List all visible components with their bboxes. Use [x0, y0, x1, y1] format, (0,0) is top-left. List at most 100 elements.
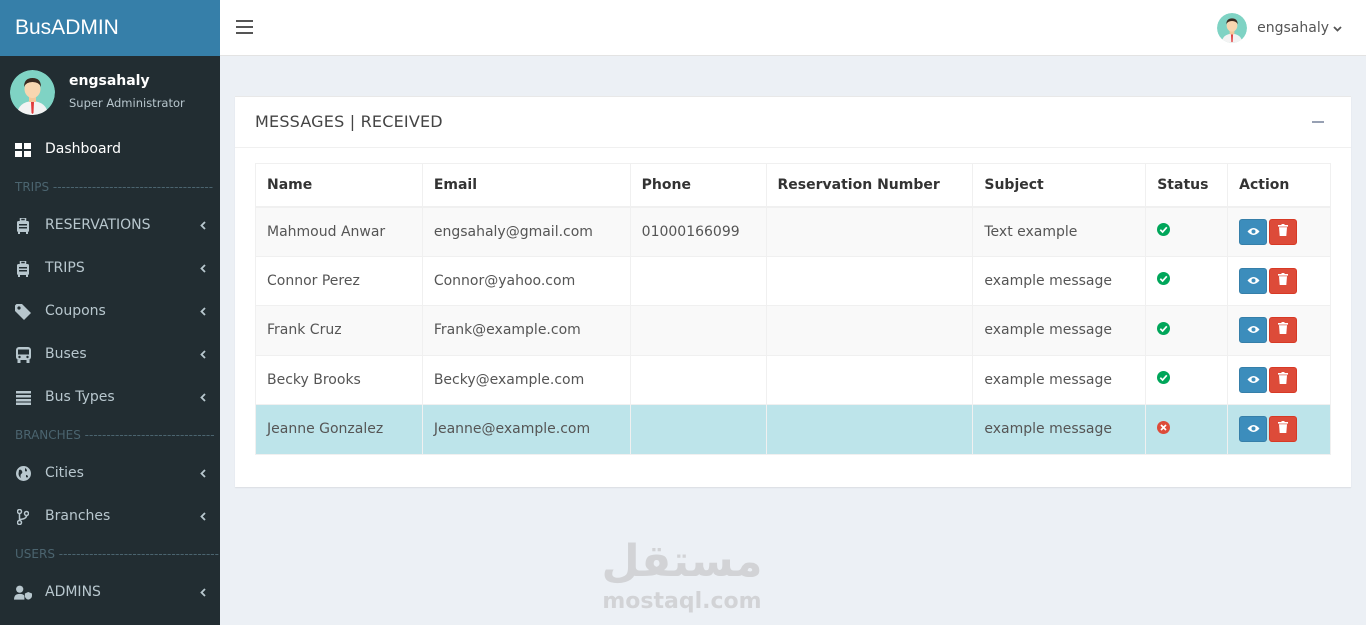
cell-reservation [765, 305, 974, 356]
delete-button[interactable] [1269, 366, 1298, 393]
menu-header-users: USERS ----------------------------------… [15, 547, 219, 561]
chevron-left-icon [200, 290, 206, 333]
chevron-left-icon [200, 376, 206, 419]
cell-subject: example message [972, 404, 1147, 455]
table-row[interactable]: Jeanne Gonzalez Jeanne@example.com examp… [255, 404, 1331, 455]
eye-icon [1247, 224, 1260, 240]
table-row[interactable]: Becky Brooks Becky@example.com example m… [255, 354, 1331, 405]
delete-button[interactable] [1269, 267, 1298, 294]
user-menu-name: engsahaly [1257, 20, 1329, 36]
user-menu[interactable]: engsahaly [1217, 13, 1342, 43]
chevron-left-icon [200, 247, 206, 290]
view-button[interactable] [1239, 267, 1268, 294]
column-header-email[interactable]: Email [421, 163, 631, 208]
chevron-left-icon [200, 333, 206, 376]
cell-email: engsahaly@gmail.com [421, 206, 631, 257]
eye-icon [1247, 273, 1260, 289]
app-logo[interactable]: BusADMIN [0, 0, 220, 56]
user-panel: engsahaly Super Administrator [0, 56, 220, 128]
sidebar: BusADMIN engsahaly Super Administrator D… [0, 0, 220, 625]
sidebar-item-label: RESERVATIONS [45, 217, 151, 233]
list-icon [14, 376, 32, 419]
messages-box: MESSAGES | RECEIVED Name Email Phone Res… [235, 96, 1351, 487]
column-header-name[interactable]: Name [255, 163, 423, 208]
sidebar-item-label: Bus Types [45, 389, 115, 405]
sidebar-item-cities[interactable]: Cities [0, 452, 220, 495]
user-role: Super Administrator [69, 96, 185, 110]
column-header-status[interactable]: Status [1145, 163, 1229, 208]
cell-email: Jeanne@example.com [421, 404, 631, 455]
check-circle-icon [1157, 321, 1171, 339]
page-title: MESSAGES | RECEIVED [255, 112, 443, 131]
cell-action [1227, 354, 1331, 405]
check-circle-icon [1157, 223, 1171, 240]
chevron-left-icon [200, 495, 206, 538]
sidebar-item-coupons[interactable]: Coupons [0, 290, 220, 333]
user-shield-icon [14, 571, 32, 614]
cell-subject: Text example [972, 206, 1147, 257]
user-avatar [10, 70, 55, 115]
user-name: engsahaly [69, 73, 150, 89]
cell-action [1227, 305, 1331, 356]
chevron-down-icon [1333, 20, 1342, 36]
chevron-left-icon [200, 571, 206, 614]
suitcase-icon [14, 204, 32, 247]
trash-icon [1278, 322, 1289, 338]
view-button[interactable] [1239, 317, 1268, 344]
sidebar-item-reservations[interactable]: RESERVATIONS [0, 204, 220, 247]
cell-status [1145, 354, 1229, 405]
sidebar-item-buses[interactable]: Buses [0, 333, 220, 376]
column-header-subject[interactable]: Subject [972, 163, 1147, 208]
sidebar-item-label: ADMINS [45, 584, 101, 600]
cell-action [1227, 206, 1331, 257]
sidebar-item-label: Coupons [45, 303, 106, 319]
code-branch-icon [14, 495, 32, 538]
cell-reservation [765, 206, 974, 257]
column-header-phone[interactable]: Phone [629, 163, 767, 208]
sidebar-item-dashboard[interactable]: Dashboard [0, 128, 220, 171]
sidebar-item-bus-types[interactable]: Bus Types [0, 376, 220, 419]
trash-icon [1278, 223, 1289, 240]
collapse-icon[interactable] [1312, 121, 1324, 123]
cell-status [1145, 206, 1229, 257]
cell-action [1227, 404, 1331, 455]
sidebar-item-label: Dashboard [45, 141, 121, 157]
sidebar-item-branches[interactable]: Branches [0, 495, 220, 538]
times-circle-icon [1157, 420, 1171, 438]
cell-reservation [765, 404, 974, 455]
menu-header-branches: BRANCHES ------------------------------ [15, 428, 215, 442]
cell-status [1145, 404, 1229, 455]
cell-reservation [765, 255, 974, 306]
column-header-reservation[interactable]: Reservation Number [765, 163, 974, 208]
sidebar-toggle-icon[interactable] [236, 20, 253, 35]
view-button[interactable] [1239, 416, 1268, 443]
cell-reservation [765, 354, 974, 405]
cell-phone [629, 305, 767, 356]
delete-button[interactable] [1269, 317, 1298, 344]
chevron-left-icon [200, 204, 206, 247]
cell-email: Becky@example.com [421, 354, 631, 405]
cell-status [1145, 255, 1229, 306]
table-row[interactable]: Frank Cruz Frank@example.com example mes… [255, 305, 1331, 356]
table-row[interactable]: Mahmoud Anwar engsahaly@gmail.com 010001… [255, 206, 1331, 257]
table-row[interactable]: Connor Perez Connor@yahoo.com example me… [255, 255, 1331, 306]
view-button[interactable] [1239, 366, 1268, 393]
sidebar-item-label: Branches [45, 508, 111, 524]
column-header-action[interactable]: Action [1227, 163, 1331, 208]
watermark-latin: mostaql.com [602, 589, 761, 614]
cell-name: Becky Brooks [255, 354, 423, 405]
suitcase-icon [14, 247, 32, 290]
delete-button[interactable] [1269, 416, 1298, 443]
table-header-row: Name Email Phone Reservation Number Subj… [255, 163, 1331, 208]
dashboard-icon [14, 128, 32, 171]
cell-email: Frank@example.com [421, 305, 631, 356]
delete-button[interactable] [1269, 218, 1298, 245]
sidebar-item-label: TRIPS [45, 260, 85, 276]
box-header: MESSAGES | RECEIVED [235, 97, 1351, 148]
tag-icon [14, 290, 32, 333]
view-button[interactable] [1239, 218, 1268, 245]
cell-name: Connor Perez [255, 255, 423, 306]
sidebar-item-admins[interactable]: ADMINS [0, 571, 220, 614]
trash-icon [1278, 421, 1289, 437]
sidebar-item-trips[interactable]: TRIPS [0, 247, 220, 290]
